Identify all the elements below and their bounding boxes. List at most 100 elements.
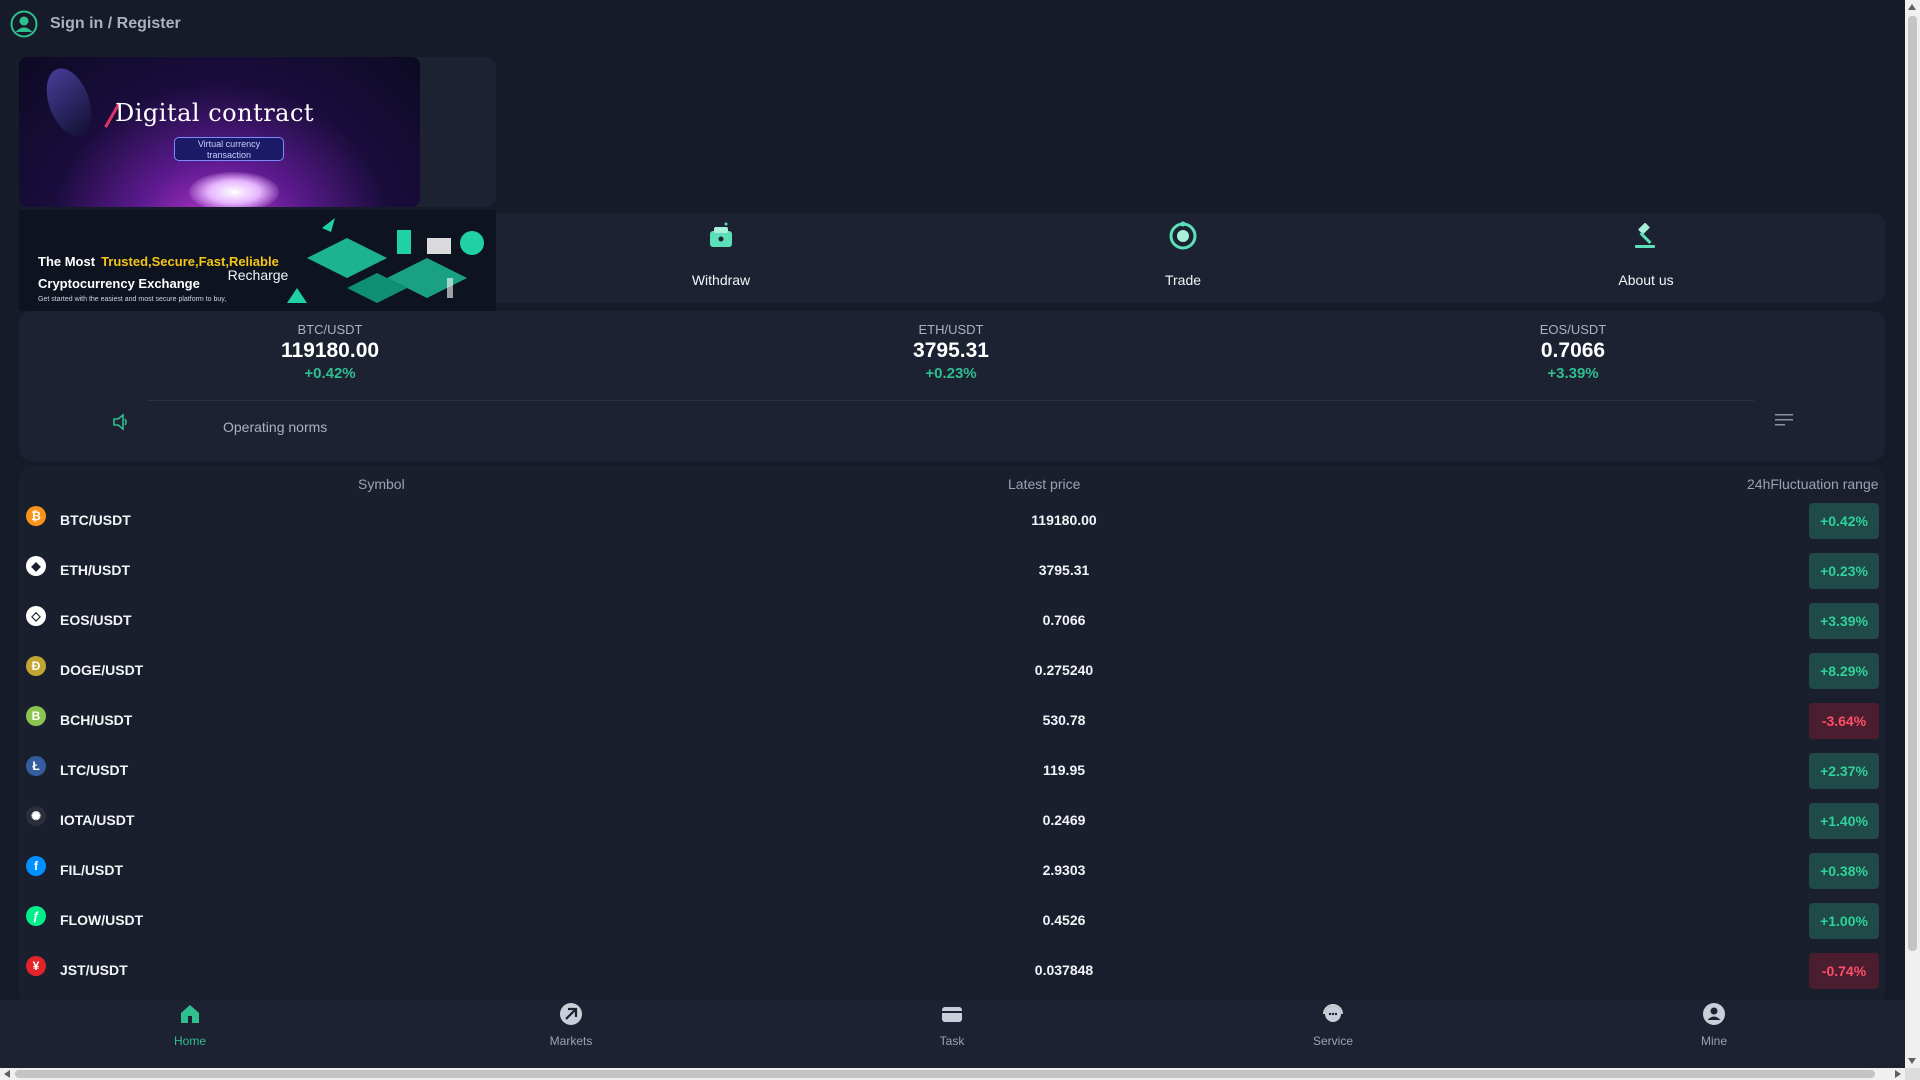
table-row[interactable]: ◆ ETH/USDT 3795.31 +0.23% [19, 548, 1885, 598]
horizontal-scroll-thumb[interactable] [15, 1070, 1875, 1078]
change-badge[interactable]: +8.29% [1809, 653, 1879, 689]
row-price: 0.4526 [1042, 912, 1086, 928]
ticker-change: +3.39% [1547, 365, 1599, 382]
nav-mine-label: Mine [1700, 1034, 1727, 1048]
action-trade-label: Trade [1164, 272, 1202, 288]
coin-icon: Ð [26, 656, 46, 676]
scroll-left-arrow-icon[interactable] [4, 1070, 10, 1078]
table-row[interactable]: ¥ JST/USDT 0.037848 -0.74% [19, 948, 1885, 998]
row-symbol: JST/USDT [60, 962, 128, 978]
coin-icon: ◇ [26, 606, 46, 626]
action-recharge[interactable]: Recharge [158, 213, 358, 303]
nav-task-label: Task [939, 1034, 965, 1048]
change-badge[interactable]: +2.37% [1809, 753, 1879, 789]
change-badge[interactable]: +1.00% [1809, 903, 1879, 939]
service-icon [1323, 1004, 1343, 1022]
vertical-scrollbar[interactable] [1905, 0, 1920, 1068]
row-price: 3795.31 [1038, 562, 1090, 578]
scroll-right-arrow-icon[interactable] [1895, 1070, 1901, 1078]
table-row[interactable]: ƒ FLOW/USDT 0.4526 +1.00% [19, 898, 1885, 948]
digital-contract-banner[interactable]: Digital contract Virtual currency transa… [19, 57, 420, 207]
table-row[interactable]: Ð DOGE/USDT 0.275240 +8.29% [19, 648, 1885, 698]
nav-mine[interactable]: Mine [1634, 1000, 1794, 1068]
change-badge[interactable]: +0.23% [1809, 553, 1879, 589]
task-icon [942, 1007, 962, 1022]
row-price: 0.7066 [1042, 612, 1086, 628]
ticker-price: 0.7066 [1540, 339, 1606, 362]
nav-markets[interactable]: Markets [491, 1000, 651, 1068]
coin-icon: ƒ [26, 906, 46, 926]
table-row[interactable]: ◇ EOS/USDT 0.7066 +3.39% [19, 598, 1885, 648]
column-header-price: Latest price [1008, 476, 1081, 492]
promo-prefix: The Most [38, 254, 96, 269]
ticker-change: +0.23% [925, 365, 977, 382]
recharge-icon [243, 221, 273, 251]
row-price: 530.78 [1042, 712, 1086, 728]
action-withdraw[interactable]: Withdraw [621, 213, 821, 303]
row-price: 119180.00 [1031, 512, 1097, 528]
row-symbol: ETH/USDT [60, 562, 130, 578]
coin-icon: Ł [26, 756, 46, 776]
nav-task[interactable]: Task [872, 1000, 1032, 1068]
menu-lines-icon[interactable] [1774, 412, 1794, 428]
scroll-down-arrow-icon[interactable] [1908, 1058, 1916, 1064]
ticker-price: 119180.00 [280, 339, 380, 362]
markets-icon [560, 1003, 582, 1025]
table-row[interactable]: ✺ IOTA/USDT 0.2469 +1.40% [19, 798, 1885, 848]
signin-register-link[interactable]: Sign in / Register [10, 0, 181, 48]
wallet-icon [710, 222, 732, 247]
gavel-icon [1635, 222, 1655, 248]
row-symbol: LTC/USDT [60, 762, 129, 778]
banner-subtitle: Virtual currency transaction [174, 137, 284, 161]
change-badge[interactable]: +0.42% [1809, 503, 1879, 539]
change-badge[interactable]: -0.74% [1809, 953, 1879, 989]
notice-text[interactable]: Operating norms [223, 419, 327, 435]
column-header-range: 24hFluctuation range [1747, 476, 1879, 492]
horizontal-scrollbar[interactable] [0, 1068, 1905, 1080]
vertical-scroll-thumb[interactable] [1908, 16, 1917, 951]
ticker-price: 3795.31 [913, 339, 989, 362]
user-avatar-icon [10, 10, 38, 38]
trade-icon [1169, 221, 1197, 250]
table-row[interactable]: B BCH/USDT 530.78 -3.64% [19, 698, 1885, 748]
row-symbol: FLOW/USDT [60, 912, 144, 928]
table-row[interactable]: f FIL/USDT 2.9303 +0.38% [19, 848, 1885, 898]
change-badge[interactable]: +0.38% [1809, 853, 1879, 889]
change-badge[interactable]: -3.64% [1809, 703, 1879, 739]
action-about-us[interactable]: About us [1546, 213, 1746, 303]
signin-register-label: Sign in / Register [50, 15, 181, 32]
action-trade[interactable]: Trade [1083, 213, 1283, 303]
action-withdraw-label: Withdraw [691, 272, 751, 288]
nav-service[interactable]: Service [1253, 1000, 1413, 1068]
row-symbol: DOGE/USDT [60, 662, 144, 678]
mine-icon [1703, 1003, 1725, 1025]
nav-service-label: Service [1312, 1034, 1353, 1048]
row-price: 2.9303 [1042, 862, 1086, 878]
row-symbol: BTC/USDT [60, 512, 131, 528]
coin-icon: ◆ [26, 556, 46, 576]
action-recharge-label: Recharge [227, 267, 289, 283]
planet-decoration [38, 62, 100, 142]
ticker-pair: ETH/USDT [918, 322, 984, 337]
table-row[interactable]: Ł LTC/USDT 119.95 +2.37% [19, 748, 1885, 798]
ticker-change: +0.42% [304, 365, 356, 382]
glow-decoration [189, 172, 279, 207]
nav-home[interactable]: Home [110, 1000, 270, 1068]
change-badge[interactable]: +1.40% [1809, 803, 1879, 839]
ticker-btc[interactable]: BTC/USDT 119180.00 +0.42% [230, 322, 430, 382]
row-price: 119.95 [1042, 762, 1086, 778]
column-header-symbol: Symbol [358, 476, 405, 492]
change-badge[interactable]: +3.39% [1809, 603, 1879, 639]
ticker-pair: BTC/USDT [297, 322, 363, 337]
table-row[interactable]: ₿ BTC/USDT 119180.00 +0.42% [19, 498, 1885, 548]
nav-home-label: Home [173, 1034, 206, 1048]
coin-icon: ✺ [26, 806, 46, 826]
ticker-eth[interactable]: ETH/USDT 3795.31 +0.23% [851, 322, 1051, 382]
row-symbol: IOTA/USDT [60, 812, 135, 828]
ticker-eos[interactable]: EOS/USDT 0.7066 +3.39% [1473, 322, 1673, 382]
row-symbol: BCH/USDT [60, 712, 133, 728]
row-price: 0.037848 [1034, 962, 1094, 978]
row-price: 0.275240 [1034, 662, 1094, 678]
scroll-up-arrow-icon[interactable] [1908, 4, 1916, 10]
speaker-icon [113, 413, 127, 431]
